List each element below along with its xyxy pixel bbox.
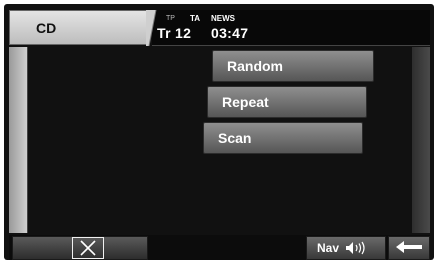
track-number: Tr 12: [157, 25, 192, 41]
random-label: Random: [227, 58, 283, 74]
speaker-volume-icon: [346, 241, 365, 255]
right-side-tab: [412, 47, 430, 233]
nav-label: Nav: [317, 241, 340, 255]
nav-button[interactable]: Nav: [306, 236, 386, 260]
news-indicator: NEWS: [211, 14, 235, 23]
close-button[interactable]: [72, 237, 104, 259]
left-side-tab: [9, 47, 28, 233]
scan-label: Scan: [218, 130, 252, 146]
repeat-button[interactable]: Repeat: [207, 86, 367, 118]
back-button[interactable]: [388, 236, 430, 260]
source-cd-button[interactable]: CD: [9, 10, 149, 45]
back-arrow-icon: [396, 241, 422, 253]
repeat-label: Repeat: [222, 94, 269, 110]
media-screen: CD TP TA NEWS Tr 12 03:47 Random Repeat …: [0, 0, 438, 264]
random-button[interactable]: Random: [212, 50, 374, 82]
clock: 03:47: [211, 25, 249, 41]
close-icon: [80, 240, 96, 256]
tp-indicator: TP: [166, 15, 175, 22]
ta-indicator: TA: [190, 14, 201, 23]
source-label: CD: [36, 19, 57, 36]
scan-button[interactable]: Scan: [203, 122, 363, 154]
